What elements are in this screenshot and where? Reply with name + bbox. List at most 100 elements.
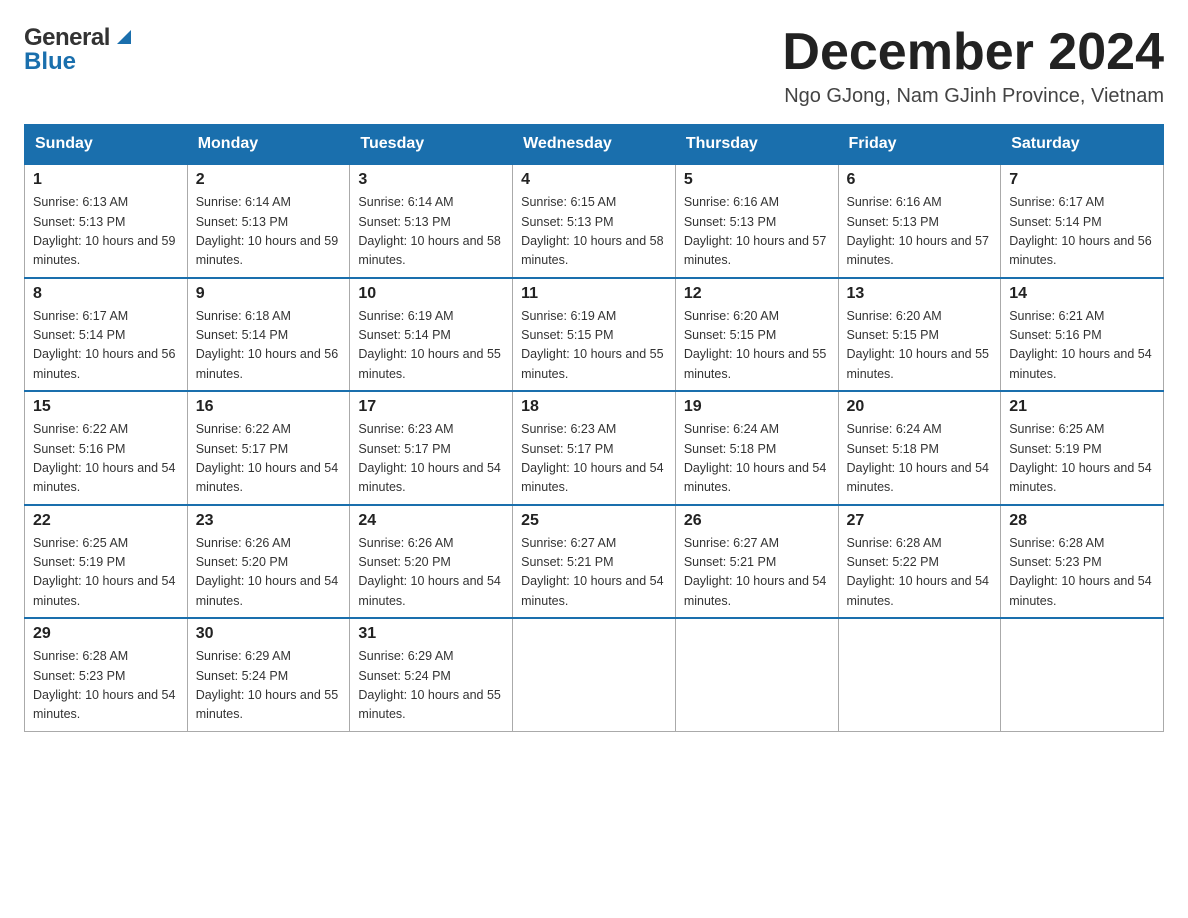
calendar-cell [675,618,838,731]
calendar-cell: 29 Sunrise: 6:28 AMSunset: 5:23 PMDayligh… [25,618,188,731]
header-tuesday: Tuesday [350,125,513,165]
calendar-cell: 26Sunrise: 6:27 AMSunset: 5:21 PMDayligh… [675,505,838,619]
calendar-cell [1001,618,1164,731]
day-info: Sunrise: 6:26 AMSunset: 5:20 PMDaylight:… [196,534,342,612]
day-number: 20 [847,398,993,416]
calendar-cell: 12Sunrise: 6:20 AMSunset: 5:15 PMDayligh… [675,278,838,392]
calendar-cell: 28Sunrise: 6:28 AMSunset: 5:23 PMDayligh… [1001,505,1164,619]
day-info: Sunrise: 6:18 AMSunset: 5:14 PMDaylight:… [196,307,342,385]
day-number: 22 [33,512,179,530]
day-number: 29 [33,625,179,643]
calendar-cell: 15 Sunrise: 6:22 AMSunset: 5:16 PMDayligh… [25,391,188,505]
calendar-cell: 10 Sunrise: 6:19 AMSunset: 5:14 PMDayligh… [350,278,513,392]
day-number: 12 [684,285,830,303]
calendar-cell: 24 Sunrise: 6:26 AMSunset: 5:20 PMDayligh… [350,505,513,619]
page-header: General Blue December 2024 Ngo GJong, Na… [24,24,1164,108]
calendar-cell: 22 Sunrise: 6:25 AMSunset: 5:19 PMDayligh… [25,505,188,619]
calendar-cell: 19 Sunrise: 6:24 AMSunset: 5:18 PMDayligh… [675,391,838,505]
calendar-cell: 8 Sunrise: 6:17 AMSunset: 5:14 PMDaylight… [25,278,188,392]
calendar-cell: 20 Sunrise: 6:24 AMSunset: 5:18 PMDayligh… [838,391,1001,505]
header-sunday: Sunday [25,125,188,165]
calendar-body: 1 Sunrise: 6:13 AMSunset: 5:13 PMDaylight… [25,164,1164,731]
day-info: Sunrise: 6:29 AMSunset: 5:24 PMDaylight:… [358,647,504,725]
day-info: Sunrise: 6:19 AMSunset: 5:14 PMDaylight:… [358,307,504,385]
day-info: Sunrise: 6:16 AMSunset: 5:13 PMDaylight:… [847,193,993,271]
header-wednesday: Wednesday [513,125,676,165]
calendar-cell: 9 Sunrise: 6:18 AMSunset: 5:14 PMDaylight… [187,278,350,392]
day-info: Sunrise: 6:17 AMSunset: 5:14 PMDaylight:… [1009,193,1155,271]
day-number: 30 [196,625,342,643]
day-info: Sunrise: 6:19 AMSunset: 5:15 PMDaylight:… [521,307,667,385]
day-info: Sunrise: 6:23 AMSunset: 5:17 PMDaylight:… [358,420,504,498]
day-number: 8 [33,285,179,303]
day-info: Sunrise: 6:16 AMSunset: 5:13 PMDaylight:… [684,193,830,271]
header-saturday: Saturday [1001,125,1164,165]
calendar-cell: 25 Sunrise: 6:27 AMSunset: 5:21 PMDayligh… [513,505,676,619]
calendar-cell: 27 Sunrise: 6:28 AMSunset: 5:22 PMDayligh… [838,505,1001,619]
day-number: 9 [196,285,342,303]
day-number: 4 [521,171,667,189]
day-info: Sunrise: 6:27 AMSunset: 5:21 PMDaylight:… [684,534,830,612]
day-number: 11 [521,285,667,303]
day-info: Sunrise: 6:22 AMSunset: 5:17 PMDaylight:… [196,420,342,498]
title-section: December 2024 Ngo GJong, Nam GJinh Provi… [782,24,1164,108]
day-number: 28 [1009,512,1155,530]
day-number: 25 [521,512,667,530]
calendar-cell: 14Sunrise: 6:21 AMSunset: 5:16 PMDayligh… [1001,278,1164,392]
calendar-week-5: 29 Sunrise: 6:28 AMSunset: 5:23 PMDayligh… [25,618,1164,731]
day-info: Sunrise: 6:15 AMSunset: 5:13 PMDaylight:… [521,193,667,271]
day-number: 5 [684,171,830,189]
day-number: 6 [847,171,993,189]
day-number: 19 [684,398,830,416]
location-subtitle: Ngo GJong, Nam GJinh Province, Vietnam [782,85,1164,108]
day-info: Sunrise: 6:28 AMSunset: 5:23 PMDaylight:… [33,647,179,725]
day-number: 1 [33,171,179,189]
logo: General Blue [24,24,135,76]
calendar-cell: 18 Sunrise: 6:23 AMSunset: 5:17 PMDayligh… [513,391,676,505]
day-number: 10 [358,285,504,303]
day-info: Sunrise: 6:28 AMSunset: 5:22 PMDaylight:… [847,534,993,612]
header-monday: Monday [187,125,350,165]
day-info: Sunrise: 6:17 AMSunset: 5:14 PMDaylight:… [33,307,179,385]
day-number: 21 [1009,398,1155,416]
calendar-cell: 7 Sunrise: 6:17 AMSunset: 5:14 PMDaylight… [1001,164,1164,278]
calendar-cell: 23Sunrise: 6:26 AMSunset: 5:20 PMDayligh… [187,505,350,619]
calendar-week-3: 15 Sunrise: 6:22 AMSunset: 5:16 PMDayligh… [25,391,1164,505]
day-number: 15 [33,398,179,416]
day-number: 18 [521,398,667,416]
day-info: Sunrise: 6:25 AMSunset: 5:19 PMDaylight:… [33,534,179,612]
month-title: December 2024 [782,24,1164,81]
day-info: Sunrise: 6:20 AMSunset: 5:15 PMDaylight:… [847,307,993,385]
calendar-header-row: SundayMondayTuesdayWednesdayThursdayFrid… [25,125,1164,165]
day-info: Sunrise: 6:29 AMSunset: 5:24 PMDaylight:… [196,647,342,725]
day-info: Sunrise: 6:27 AMSunset: 5:21 PMDaylight:… [521,534,667,612]
header-thursday: Thursday [675,125,838,165]
day-number: 16 [196,398,342,416]
day-info: Sunrise: 6:24 AMSunset: 5:18 PMDaylight:… [684,420,830,498]
header-friday: Friday [838,125,1001,165]
calendar-cell: 4 Sunrise: 6:15 AMSunset: 5:13 PMDaylight… [513,164,676,278]
calendar-week-4: 22 Sunrise: 6:25 AMSunset: 5:19 PMDayligh… [25,505,1164,619]
day-info: Sunrise: 6:26 AMSunset: 5:20 PMDaylight:… [358,534,504,612]
calendar-cell: 6 Sunrise: 6:16 AMSunset: 5:13 PMDaylight… [838,164,1001,278]
calendar-cell: 11 Sunrise: 6:19 AMSunset: 5:15 PMDayligh… [513,278,676,392]
day-number: 7 [1009,171,1155,189]
day-number: 24 [358,512,504,530]
day-number: 17 [358,398,504,416]
day-info: Sunrise: 6:23 AMSunset: 5:17 PMDaylight:… [521,420,667,498]
day-info: Sunrise: 6:25 AMSunset: 5:19 PMDaylight:… [1009,420,1155,498]
calendar-cell: 17 Sunrise: 6:23 AMSunset: 5:17 PMDayligh… [350,391,513,505]
calendar-cell [838,618,1001,731]
day-number: 14 [1009,285,1155,303]
day-info: Sunrise: 6:13 AMSunset: 5:13 PMDaylight:… [33,193,179,271]
day-info: Sunrise: 6:24 AMSunset: 5:18 PMDaylight:… [847,420,993,498]
calendar-cell: 30 Sunrise: 6:29 AMSunset: 5:24 PMDayligh… [187,618,350,731]
day-number: 3 [358,171,504,189]
day-info: Sunrise: 6:14 AMSunset: 5:13 PMDaylight:… [358,193,504,271]
day-info: Sunrise: 6:22 AMSunset: 5:16 PMDaylight:… [33,420,179,498]
logo-blue-text: Blue [24,48,135,76]
calendar-week-2: 8 Sunrise: 6:17 AMSunset: 5:14 PMDaylight… [25,278,1164,392]
day-number: 27 [847,512,993,530]
calendar-cell: 21 Sunrise: 6:25 AMSunset: 5:19 PMDayligh… [1001,391,1164,505]
calendar-week-1: 1 Sunrise: 6:13 AMSunset: 5:13 PMDaylight… [25,164,1164,278]
